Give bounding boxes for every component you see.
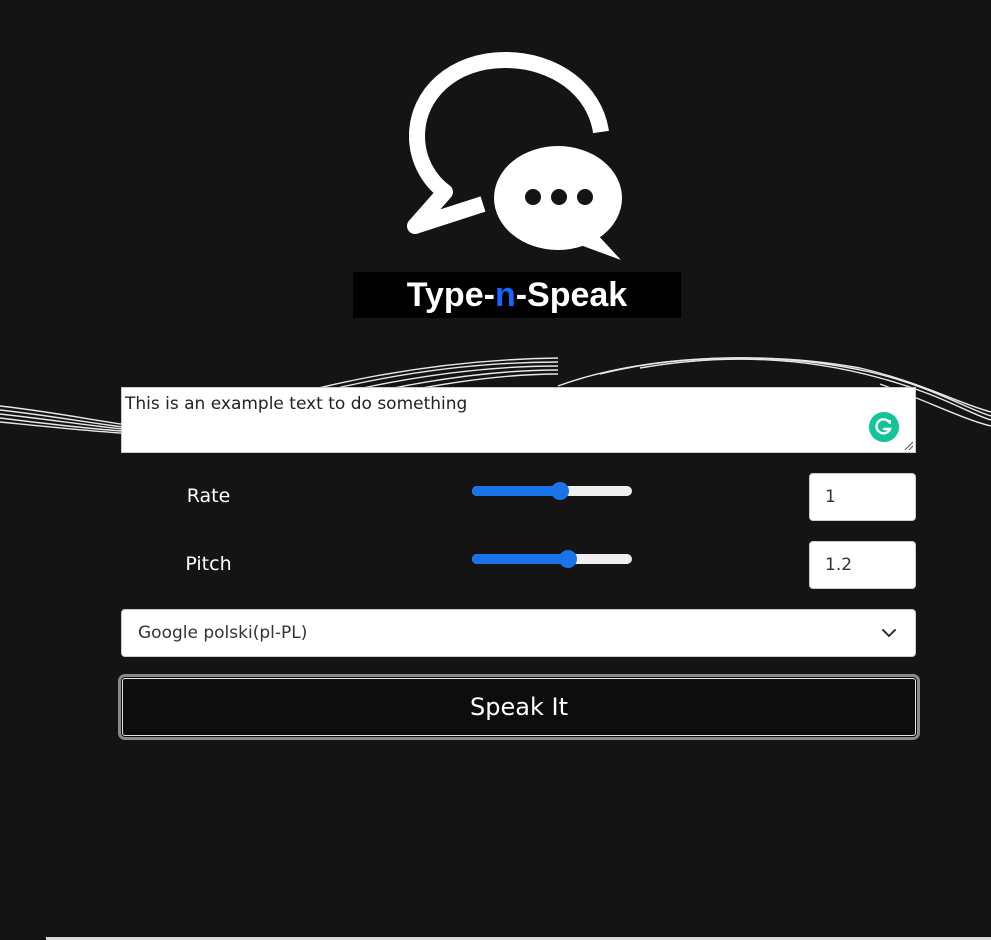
rate-input[interactable]: 1 xyxy=(809,473,916,521)
rate-slider-fill xyxy=(472,486,560,496)
speech-form: Rate 1 Pitch 1.2 Google polski(pl-PL) S xyxy=(118,387,920,740)
logo-banner: Type-n-Speak xyxy=(353,272,681,318)
rate-label: Rate xyxy=(186,485,231,507)
pitch-slider-fill xyxy=(472,554,568,564)
rate-slider-thumb[interactable] xyxy=(551,482,569,500)
logo-text-after: -Speak xyxy=(515,276,628,314)
text-input[interactable] xyxy=(122,388,915,452)
voice-select-value: Google polski(pl-PL) xyxy=(138,623,308,643)
logo: Type-n-Speak xyxy=(0,0,991,340)
pitch-slider-thumb[interactable] xyxy=(559,550,577,568)
pitch-slider[interactable] xyxy=(472,546,632,572)
rate-slider[interactable] xyxy=(472,478,632,504)
voice-select[interactable]: Google polski(pl-PL) xyxy=(121,609,916,657)
logo-text-accent: n xyxy=(494,276,516,314)
text-input-box xyxy=(121,387,916,453)
pitch-input[interactable]: 1.2 xyxy=(809,541,916,589)
resize-handle-icon[interactable] xyxy=(903,440,913,450)
pitch-row: Pitch 1.2 xyxy=(121,541,916,589)
logo-text-before: Type- xyxy=(406,276,495,314)
speak-button[interactable]: Speak It xyxy=(118,674,920,740)
chevron-down-icon xyxy=(882,629,896,637)
grammarly-icon[interactable] xyxy=(869,412,899,442)
chat-bubbles-icon xyxy=(407,52,622,260)
rate-row: Rate 1 xyxy=(121,473,916,521)
app-page: Type-n-Speak This is an example text to … xyxy=(0,0,991,940)
pitch-label: Pitch xyxy=(185,553,232,575)
